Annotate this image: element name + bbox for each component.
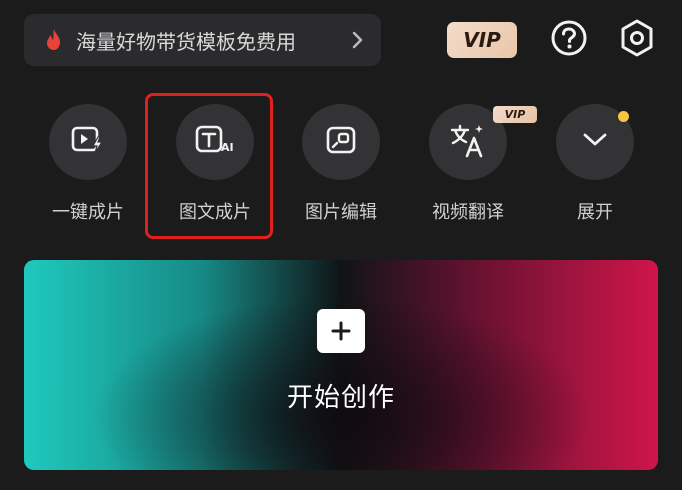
image-edit-icon bbox=[325, 125, 357, 159]
tool-label: 展开 bbox=[577, 202, 613, 223]
video-lightning-icon bbox=[71, 125, 105, 159]
vip-badge-small: VIP bbox=[493, 106, 537, 123]
tool-label: 视频翻译 bbox=[432, 202, 504, 223]
chevron-down-icon bbox=[582, 132, 608, 152]
question-circle-icon bbox=[550, 19, 588, 61]
hexagon-settings-icon bbox=[618, 18, 656, 62]
start-create-label: 开始创作 bbox=[286, 382, 395, 413]
translate-icon bbox=[449, 122, 487, 162]
tool-label: 图片编辑 bbox=[305, 202, 377, 223]
plus-icon bbox=[317, 308, 365, 353]
help-button[interactable] bbox=[547, 18, 591, 62]
notification-dot bbox=[618, 111, 629, 122]
settings-button[interactable] bbox=[615, 18, 659, 62]
promo-text: 海量好物带货模板免费用 bbox=[76, 29, 296, 54]
vip-badge-label: VIP bbox=[504, 108, 526, 121]
flame-icon bbox=[44, 27, 66, 53]
tool-image-edit[interactable]: 图片编辑 bbox=[286, 104, 396, 224]
tool-label: 一键成片 bbox=[52, 202, 124, 223]
chevron-right-icon bbox=[347, 30, 367, 50]
promo-banner[interactable]: 海量好物带货模板免费用 bbox=[24, 14, 381, 66]
vip-button[interactable]: VIP bbox=[447, 22, 517, 58]
start-create-button[interactable]: 开始创作 bbox=[24, 260, 658, 470]
tool-icon-circle bbox=[49, 104, 127, 180]
tool-expand[interactable]: 展开 bbox=[540, 104, 650, 224]
tool-icon-circle bbox=[302, 104, 380, 180]
tool-one-click-video[interactable]: 一键成片 bbox=[33, 104, 143, 224]
highlight-box bbox=[145, 93, 273, 239]
vip-label: VIP bbox=[463, 28, 501, 52]
